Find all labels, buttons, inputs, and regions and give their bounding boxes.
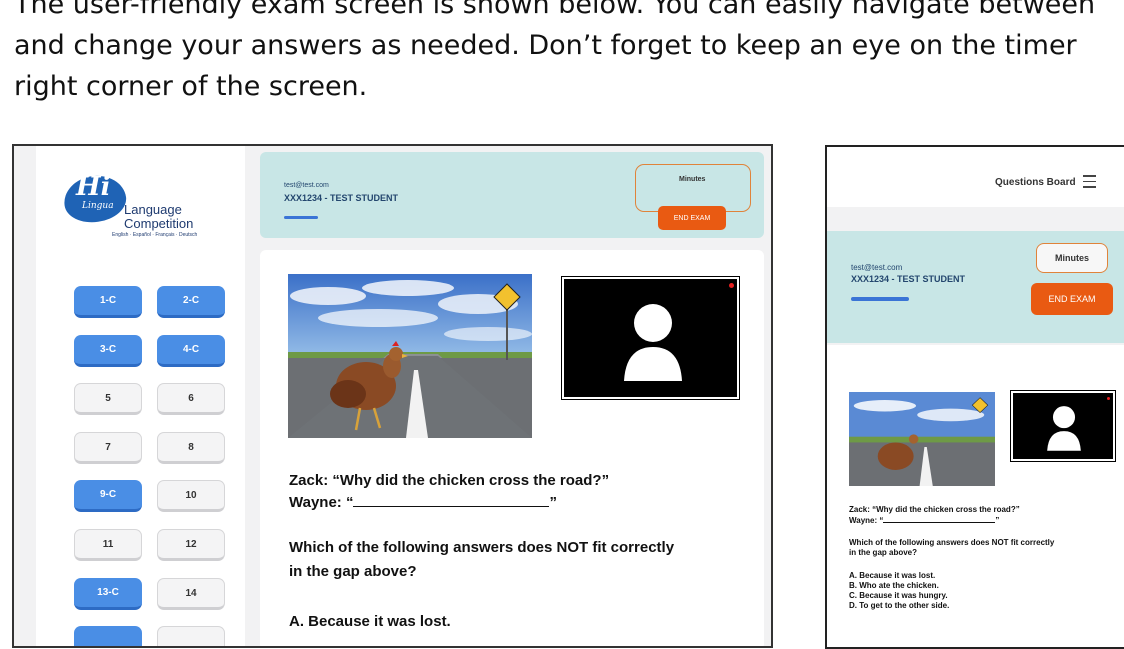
- end-exam-button[interactable]: END EXAM: [658, 206, 726, 230]
- question-nav-button[interactable]: 9-C: [74, 480, 142, 512]
- intro-text: The user-friendly exam screen is shown b…: [14, 0, 1124, 107]
- question-nav-button[interactable]: 3-C: [74, 335, 142, 367]
- question-nav-button[interactable]: 10: [157, 480, 225, 512]
- question-nav-button[interactable]: 6: [157, 383, 225, 415]
- question-nav-button[interactable]: 1-C: [74, 286, 142, 318]
- logo-hi-text: Hi: [76, 172, 111, 202]
- question-prompt-line-2: in the gap above?: [289, 563, 417, 580]
- intro-line-3: right corner of the screen.: [14, 71, 368, 102]
- question-nav-button[interactable]: 5: [74, 383, 142, 415]
- mobile-user-avatar-icon: [1047, 406, 1081, 451]
- question-nav-button[interactable]: 13-C: [74, 578, 142, 610]
- mobile-dialogue-zack: Zack: “Why did the chicken cross the roa…: [849, 505, 1020, 514]
- mobile-student-name: XXX1234 - TEST STUDENT: [851, 274, 966, 284]
- mobile-webcam-preview: [1010, 390, 1116, 462]
- question-nav-button[interactable]: 11: [74, 529, 142, 561]
- progress-indicator: [284, 216, 318, 219]
- timer-box: [635, 164, 751, 212]
- exam-header: test@test.com XXX1234 - TEST STUDENT Min…: [260, 152, 764, 238]
- hamburger-menu-icon[interactable]: [1083, 175, 1096, 192]
- mobile-option-b[interactable]: B. Who ate the chicken.: [849, 581, 939, 590]
- answer-gap: [353, 506, 550, 507]
- question-nav-button[interactable]: 8: [157, 432, 225, 464]
- mobile-wayne-close-quote: ”: [995, 516, 1000, 525]
- logo-lingua-text: Lingua: [82, 201, 114, 211]
- mobile-prompt-line-2: in the gap above?: [849, 548, 918, 557]
- desktop-exam-screenshot: Hi Lingua Language Competition English ·…: [12, 144, 773, 648]
- question-nav-button[interactable]: 14: [157, 578, 225, 610]
- chicken-road-image: [288, 274, 532, 438]
- question-panel: Zack: “Why did the chicken cross the roa…: [260, 250, 764, 646]
- question-nav-button[interactable]: 4-C: [157, 335, 225, 367]
- wayne-close-quote: ”: [549, 494, 557, 511]
- mobile-timer-label: Minutes: [1036, 243, 1108, 273]
- student-name: XXX1234 - TEST STUDENT: [284, 193, 399, 203]
- user-avatar-icon: [624, 304, 682, 381]
- question-dialogue-wayne: Wayne: “ ”: [289, 494, 557, 511]
- logo-language-text: Language: [124, 202, 182, 217]
- mobile-progress-indicator: [851, 297, 909, 301]
- mobile-end-exam-button[interactable]: END EXAM: [1031, 283, 1113, 315]
- mobile-option-c[interactable]: C. Because it was hungry.: [849, 591, 948, 600]
- intro-line-1: The user-friendly exam screen is shown b…: [14, 0, 1096, 20]
- recording-dot: [729, 283, 734, 288]
- mobile-prompt-line-1: Which of the following answers does NOT …: [849, 538, 1055, 547]
- mobile-exam-screenshot: Questions Board test@test.com XXX1234 - …: [825, 145, 1124, 649]
- wayne-label: Wayne: “: [289, 494, 354, 511]
- intro-line-2: and change your answers as needed. Don’t…: [14, 30, 1077, 61]
- logo-competition-text: Competition: [124, 216, 194, 231]
- timer-label: Minutes: [679, 176, 706, 183]
- question-nav-button[interactable]: [157, 626, 225, 646]
- mobile-option-d[interactable]: D. To get to the other side.: [849, 601, 949, 610]
- mobile-question-panel: Zack: “Why did the chicken cross the roa…: [827, 345, 1124, 647]
- mobile-wayne-label: Wayne: “: [849, 516, 884, 525]
- question-dialogue-zack: Zack: “Why did the chicken cross the roa…: [289, 472, 610, 489]
- questions-sidebar: Hi Lingua Language Competition English ·…: [36, 146, 245, 646]
- mobile-recording-dot: [1107, 397, 1110, 400]
- question-nav-button[interactable]: 2-C: [157, 286, 225, 318]
- webcam-preview: [561, 276, 740, 400]
- mobile-dialogue-wayne: Wayne: “ ”: [849, 516, 999, 525]
- mobile-option-a[interactable]: A. Because it was lost.: [849, 571, 935, 580]
- mobile-exam-header: test@test.com XXX1234 - TEST STUDENT Min…: [827, 231, 1124, 343]
- question-nav-button[interactable]: 7: [74, 432, 142, 464]
- question-prompt-line-1: Which of the following answers does NOT …: [289, 539, 675, 556]
- question-nav-button[interactable]: [74, 626, 142, 646]
- question-nav-button[interactable]: 12: [157, 529, 225, 561]
- answer-option-a[interactable]: A. Because it was lost.: [289, 613, 451, 630]
- mobile-student-email: test@test.com: [851, 263, 903, 272]
- questions-board-link[interactable]: Questions Board: [995, 177, 1076, 188]
- mobile-answer-gap: [883, 522, 996, 523]
- mobile-chicken-road-image: [849, 392, 995, 486]
- student-email: test@test.com: [284, 182, 329, 189]
- mobile-top-bar: Questions Board: [827, 147, 1124, 207]
- logo-tagline: English · Español · Français · Deutsch: [112, 232, 198, 238]
